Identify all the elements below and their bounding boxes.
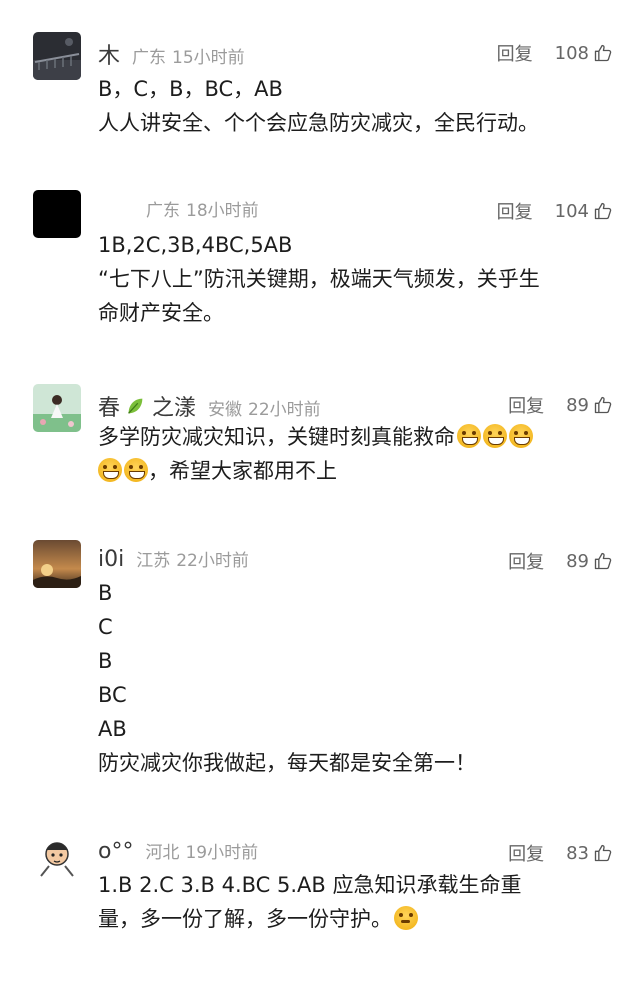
timestamp: 22小时前 <box>248 400 321 420</box>
username[interactable]: o°° <box>98 839 133 864</box>
grinning-face-icon <box>124 458 148 482</box>
timestamp: 19小时前 <box>185 843 259 863</box>
reply-button[interactable]: 回复 <box>497 198 533 224</box>
comment-body: 多学防灾减灾知识，关键时刻真能救命 ，希望大家都用不上 <box>98 420 608 488</box>
comment-text-line: B <box>98 581 113 605</box>
username[interactable]: i0i <box>98 547 124 572</box>
timestamp: 18小时前 <box>186 201 259 221</box>
reply-button[interactable]: 回复 <box>508 840 544 866</box>
comment-actions: 回复 104 <box>497 198 613 224</box>
comment-meta: 广东 18小时前 <box>134 196 259 221</box>
grinning-face-icon <box>483 424 507 448</box>
location: 安徽 <box>208 400 243 420</box>
comment-text-line: B，C，B，BC，AB <box>98 77 283 101</box>
comment-meta: i0i 江苏 22小时前 <box>98 546 249 572</box>
avatar[interactable] <box>33 384 81 432</box>
comment-body: B C B BC AB 防灾减灾你我做起，每天都是安全第一！ <box>98 576 608 780</box>
thumb-up-icon[interactable] <box>593 201 613 221</box>
timestamp: 22小时前 <box>176 551 249 571</box>
grinning-face-icon <box>509 424 533 448</box>
timestamp: 15小时前 <box>172 48 245 68</box>
comment-text-line: B <box>98 649 113 673</box>
comment-text-line: C <box>98 615 113 639</box>
location: 河北 <box>145 843 180 863</box>
thinking-face-icon <box>394 906 418 930</box>
location: 广东 <box>132 48 167 68</box>
like-count: 89 <box>566 394 589 416</box>
reply-button[interactable]: 回复 <box>508 392 544 418</box>
like-count: 108 <box>554 42 589 64</box>
comment-text-line: ，希望大家都用不上 <box>148 459 337 483</box>
thumb-up-icon[interactable] <box>593 395 613 415</box>
thumb-up-icon[interactable] <box>593 551 613 571</box>
comment-meta: o°° 河北 19小时前 <box>98 838 258 864</box>
reply-button[interactable]: 回复 <box>497 40 533 66</box>
like-count: 104 <box>554 200 589 222</box>
comment-text-line-wrapper: 多学防灾减灾知识，关键时刻真能救命 <box>98 420 608 454</box>
location: 广东 <box>146 201 180 221</box>
comment-text-line: 防灾减灾你我做起，每天都是安全第一！ <box>98 751 476 775</box>
comment-text-line: AB <box>98 717 127 741</box>
comment-text-line: 人人讲安全、个个会应急防灾减灾，全民行动。 <box>98 111 539 135</box>
username[interactable]: 春 <box>98 390 120 422</box>
leaf-icon <box>128 398 143 414</box>
thumb-up-icon[interactable] <box>593 843 613 863</box>
username-suffix[interactable]: 之漾 <box>152 390 196 422</box>
comment-text-line-wrapper: ，希望大家都用不上 <box>98 454 608 488</box>
comment-actions: 回复 108 <box>497 40 613 66</box>
comment-text-line: 命财产安全。 <box>98 301 224 325</box>
comment-actions: 回复 89 <box>508 392 613 418</box>
comment-body: 1.B 2.C 3.B 4.BC 5.AB 应急知识承载生命重 量，多一份了解，… <box>98 868 608 936</box>
avatar[interactable] <box>33 190 81 238</box>
reply-button[interactable]: 回复 <box>508 548 544 574</box>
comment-meta: 春 之漾 安徽 22小时前 <box>98 390 321 422</box>
comment-body: B，C，B，BC，AB 人人讲安全、个个会应急防灾减灾，全民行动。 <box>98 72 608 140</box>
avatar[interactable] <box>33 832 81 880</box>
comment-text-line-wrapper: 量，多一份了解，多一份守护。 <box>98 902 608 936</box>
comment-text-line: BC <box>98 683 127 707</box>
comment-text-line: 量，多一份了解，多一份守护。 <box>98 907 392 931</box>
comment-text-line: 多学防灾减灾知识，关键时刻真能救命 <box>98 425 455 449</box>
grinning-face-icon <box>457 424 481 448</box>
comment-text-line: 1.B 2.C 3.B 4.BC 5.AB 应急知识承载生命重 <box>98 873 522 897</box>
location: 江苏 <box>136 551 171 571</box>
comment-actions: 回复 83 <box>508 840 613 866</box>
comment-text-line: “七下八上”防汛关键期，极端天气频发，关乎生 <box>98 267 540 291</box>
like-count: 83 <box>566 842 589 864</box>
grinning-face-icon <box>98 458 122 482</box>
avatar[interactable] <box>33 32 81 80</box>
username[interactable]: 木 <box>98 38 120 70</box>
avatar[interactable] <box>33 540 81 588</box>
like-count: 89 <box>566 550 589 572</box>
comment-actions: 回复 89 <box>508 548 613 574</box>
comment-text-line: 1B,2C,3B,4BC,5AB <box>98 233 293 257</box>
thumb-up-icon[interactable] <box>593 43 613 63</box>
comment-meta: 木 广东 15小时前 <box>98 38 245 70</box>
comment-body: 1B,2C,3B,4BC,5AB “七下八上”防汛关键期，极端天气频发，关乎生 … <box>98 228 608 330</box>
